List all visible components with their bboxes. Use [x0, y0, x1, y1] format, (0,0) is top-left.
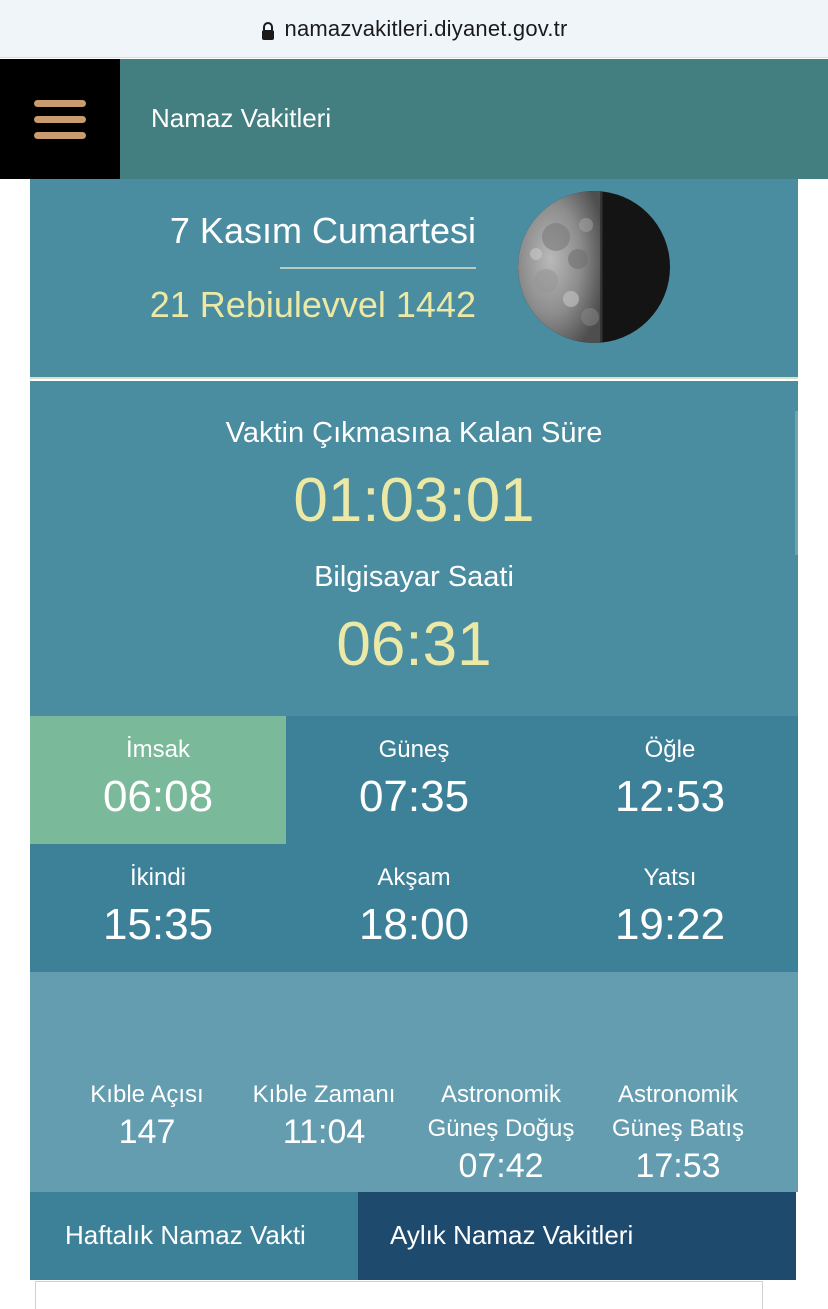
- prayer-time-value: 12:53: [614, 772, 726, 821]
- content-box: [35, 1281, 763, 1309]
- qibla-time-value: 11:04: [282, 1113, 366, 1151]
- info-panel: Kıble Açısı 147 Kıble Zamanı 11:04 Astro…: [30, 972, 798, 1192]
- qibla-time: Kıble Zamanı 11:04: [234, 1078, 414, 1152]
- prayer-name: İmsak: [125, 736, 190, 763]
- url-text[interactable]: namazvakitleri.diyanet.gov.tr: [285, 16, 568, 42]
- prayer-name: Akşam: [377, 864, 451, 891]
- astronomical-sunset-label-2: Güneş Batış: [611, 1115, 745, 1142]
- hijri-date: 21 Rebiulevvel 1442: [149, 284, 476, 325]
- prayer-name: Güneş: [378, 736, 450, 763]
- prayer-times-grid: İmsak 06:08 Güneş 07:35 Öğle 12:53 İkind…: [30, 716, 798, 972]
- date-divider: [280, 267, 476, 269]
- qibla-angle: Kıble Açısı 147: [57, 1078, 237, 1152]
- prayer-time-yatsi[interactable]: Yatsı 19:22: [542, 844, 798, 972]
- prayer-time-imsak[interactable]: İmsak 06:08: [30, 716, 286, 844]
- prayer-time-value: 06:08: [102, 772, 214, 821]
- prayer-time-aksam[interactable]: Akşam 18:00: [286, 844, 542, 972]
- tab-monthly-prayer-times[interactable]: Aylık Namaz Vakitleri: [358, 1192, 796, 1280]
- astronomical-sunrise-label-1: Astronomik: [440, 1081, 562, 1108]
- prayer-time-value: 07:35: [358, 772, 470, 821]
- qibla-time-label: Kıble Zamanı: [252, 1081, 396, 1108]
- gregorian-date: 7 Kasım Cumartesi: [169, 210, 476, 251]
- prayer-time-ogle[interactable]: Öğle 12:53: [542, 716, 798, 844]
- moon-phase-icon: [518, 191, 670, 343]
- astronomical-sunrise-label-2: Güneş Doğuş: [427, 1115, 575, 1142]
- qibla-angle-value: 147: [118, 1113, 176, 1151]
- clock-label: Bilgisayar Saati: [314, 561, 514, 593]
- prayer-time-ikindi[interactable]: İkindi 15:35: [30, 844, 286, 972]
- hamburger-menu-icon[interactable]: [0, 59, 120, 179]
- date-panel: 7 Kasım Cumartesi 21 Rebiulevvel 1442: [30, 179, 798, 379]
- site-navbar: Namaz Vakitleri: [0, 59, 828, 179]
- prayer-name: Öğle: [644, 736, 696, 763]
- astronomical-sunrise-value: 07:42: [458, 1147, 544, 1185]
- prayer-time-value: 19:22: [614, 900, 726, 949]
- prayer-name: İkindi: [129, 864, 187, 891]
- qibla-angle-label: Kıble Açısı: [90, 1081, 204, 1108]
- prayer-time-value: 18:00: [358, 900, 470, 949]
- astronomical-sunset-label-1: Astronomik: [617, 1081, 739, 1108]
- countdown-panel: Vaktin Çıkmasına Kalan Süre 01:03:01 Bil…: [30, 381, 798, 716]
- lock-icon: [261, 21, 274, 40]
- countdown-label: Vaktin Çıkmasına Kalan Süre: [225, 417, 603, 449]
- date-block: 7 Kasım Cumartesi 21 Rebiulevvel 1442: [150, 209, 476, 327]
- astronomical-sunset: Astronomik Güneş Batış 17:53: [588, 1078, 768, 1186]
- prayer-name: Yatsı: [643, 864, 697, 891]
- prayer-time-gunes[interactable]: Güneş 07:35: [286, 716, 542, 844]
- astronomical-sunset-value: 17:53: [635, 1147, 721, 1185]
- site-title[interactable]: Namaz Vakitleri: [151, 59, 331, 179]
- browser-url-bar[interactable]: namazvakitleri.diyanet.gov.tr: [0, 0, 828, 58]
- countdown-value: 01:03:01: [293, 466, 535, 535]
- prayer-time-value: 15:35: [102, 900, 214, 949]
- clock-value: 06:31: [336, 610, 492, 679]
- tab-weekly-prayer-times[interactable]: Haftalık Namaz Vakti: [30, 1192, 358, 1280]
- astronomical-sunrise: Astronomik Güneş Doğuş 07:42: [411, 1078, 591, 1186]
